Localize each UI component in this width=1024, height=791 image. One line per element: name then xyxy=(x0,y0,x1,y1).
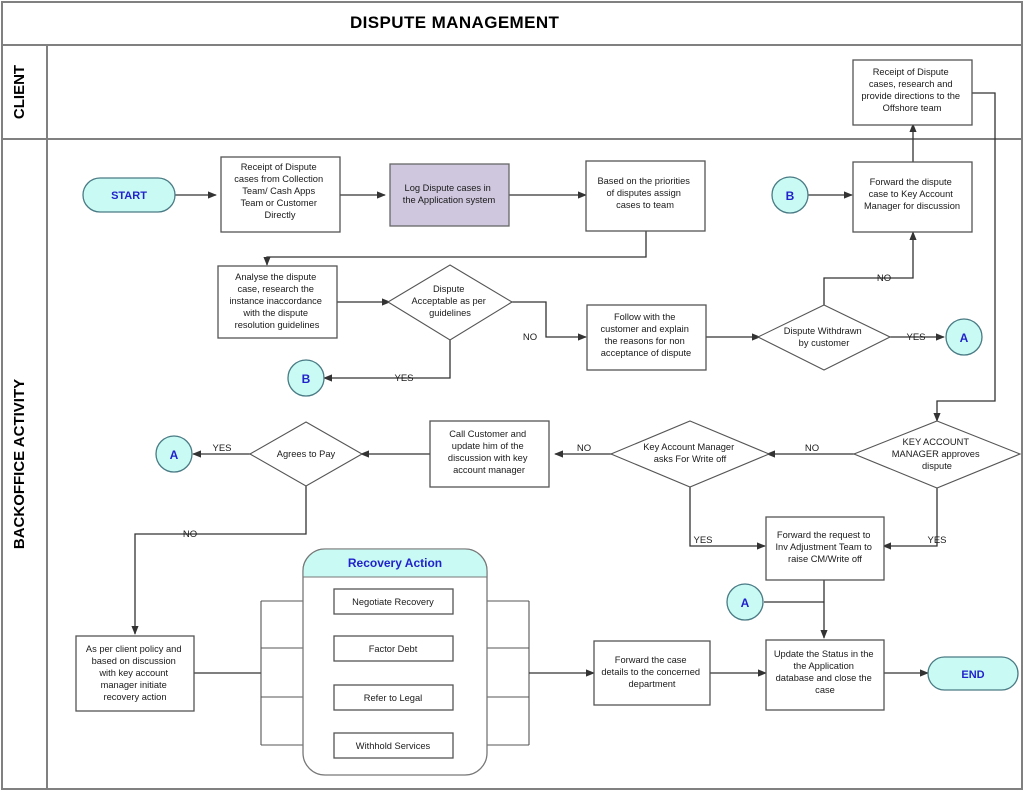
node-start[interactable]: START xyxy=(82,177,176,213)
node-connector-b-mid[interactable]: B xyxy=(287,359,325,397)
node-refer-legal-label: Refer to Legal xyxy=(364,693,422,703)
node-withhold-services-label: Withhold Services xyxy=(356,741,431,751)
edge-label-writeoff-no: NO xyxy=(577,443,591,454)
edge-assign-to-analyse xyxy=(263,231,647,266)
node-agrees-to-pay[interactable]: Agrees to Pay xyxy=(248,421,364,487)
edge-label-kam-approves-no: NO xyxy=(805,443,819,454)
node-dispute-acceptable[interactable]: Dispute Acceptable as per guidelines xyxy=(386,264,514,341)
node-forward-kam-label: Forward the dispute case to Key Account … xyxy=(864,177,960,211)
node-update-status[interactable]: Update the Status in the the Application… xyxy=(765,639,885,711)
page-title: DISPUTE MANAGEMENT xyxy=(350,13,560,32)
node-client-policy[interactable]: As per client policy and based on discus… xyxy=(75,635,195,712)
node-connector-a-right[interactable]: A xyxy=(945,318,983,356)
node-connector-a-right-label: A xyxy=(960,331,969,345)
edge-agrees-no xyxy=(131,486,307,635)
node-end-label: END xyxy=(961,669,984,681)
node-connector-a-bottom-label: A xyxy=(741,596,750,610)
node-recovery-group-label: Recovery Action xyxy=(348,556,442,570)
node-connector-a-bottom[interactable]: A xyxy=(726,583,764,621)
node-analyse-dispute[interactable]: Analyse the dispute case, research the i… xyxy=(217,265,338,339)
node-factor-debt-label: Factor Debt xyxy=(369,644,418,654)
flowchart-page: DISPUTE MANAGEMENT CLIENT BACKOFFICE ACT… xyxy=(0,0,1024,791)
node-connector-b-mid-label: B xyxy=(302,372,311,386)
edge-label-acceptable-no: NO xyxy=(523,332,537,343)
node-forward-case[interactable]: Forward the case details to the concerne… xyxy=(593,640,711,706)
edge-acceptable-yes xyxy=(323,340,451,382)
node-negotiate-recovery[interactable]: Negotiate Recovery xyxy=(333,588,454,615)
edge-label-agrees-yes: YES xyxy=(212,443,231,454)
edge-label-withdrawn-no: NO xyxy=(877,273,891,284)
node-connector-b-top[interactable]: B xyxy=(771,176,809,214)
node-log-dispute[interactable]: Log Dispute cases in the Application sys… xyxy=(389,163,510,227)
lane-label-client: CLIENT xyxy=(11,65,28,119)
node-kam-approves[interactable]: KEY ACCOUNT MANAGER approves dispute xyxy=(852,420,1022,489)
node-analyse-dispute-label: Analyse the dispute case, research the i… xyxy=(229,272,324,330)
node-start-label: START xyxy=(111,190,147,202)
node-follow-customer[interactable]: Follow with the customer and explain the… xyxy=(586,304,707,371)
node-kam-writeoff[interactable]: Key Account Manager asks For Write off xyxy=(609,420,771,488)
node-factor-debt[interactable]: Factor Debt xyxy=(333,635,454,662)
node-connector-a-left[interactable]: A xyxy=(155,435,193,473)
edge-label-kam-approves-yes: YES xyxy=(927,535,946,546)
node-end[interactable]: END xyxy=(927,656,1019,691)
node-client-receipt[interactable]: Receipt of Dispute cases, research and p… xyxy=(852,59,973,126)
node-assign-cases[interactable]: Based on the priorities of disputes assi… xyxy=(585,160,706,232)
edge-client-receipt-to-kam-approves xyxy=(933,92,996,422)
node-agrees-to-pay-label: Agrees to Pay xyxy=(277,449,336,459)
edge-label-withdrawn-yes: YES xyxy=(906,332,925,343)
node-dispute-withdrawn[interactable]: Dispute Withdrawn by customer xyxy=(756,304,892,371)
node-connector-b-top-label: B xyxy=(786,189,795,203)
node-negotiate-recovery-label: Negotiate Recovery xyxy=(352,597,434,607)
edge-acceptable-no xyxy=(510,301,587,341)
edge-withdrawn-no xyxy=(823,231,917,306)
node-call-customer[interactable]: Call Customer and update him of the disc… xyxy=(429,420,550,488)
node-forward-inv[interactable]: Forward the request to Inv Adjustment Te… xyxy=(765,516,885,581)
node-receipt-collection[interactable]: Receipt of Dispute cases from Collection… xyxy=(220,156,341,233)
edge-label-writeoff-yes: YES xyxy=(693,535,712,546)
edge-label-agrees-no: NO xyxy=(183,529,197,540)
node-forward-inv-label: Forward the request to Inv Adjustment Te… xyxy=(775,530,874,564)
lane-label-backoffice: BACKOFFICE ACTIVITY xyxy=(11,379,28,549)
edge-label-acceptable-yes: YES xyxy=(394,373,413,384)
node-withhold-services[interactable]: Withhold Services xyxy=(333,732,454,759)
dispute-management-flowchart: DISPUTE MANAGEMENT CLIENT BACKOFFICE ACT… xyxy=(1,1,1023,790)
node-refer-legal[interactable]: Refer to Legal xyxy=(333,684,454,711)
node-connector-a-left-label: A xyxy=(170,448,179,462)
node-forward-kam[interactable]: Forward the dispute case to Key Account … xyxy=(852,161,973,233)
